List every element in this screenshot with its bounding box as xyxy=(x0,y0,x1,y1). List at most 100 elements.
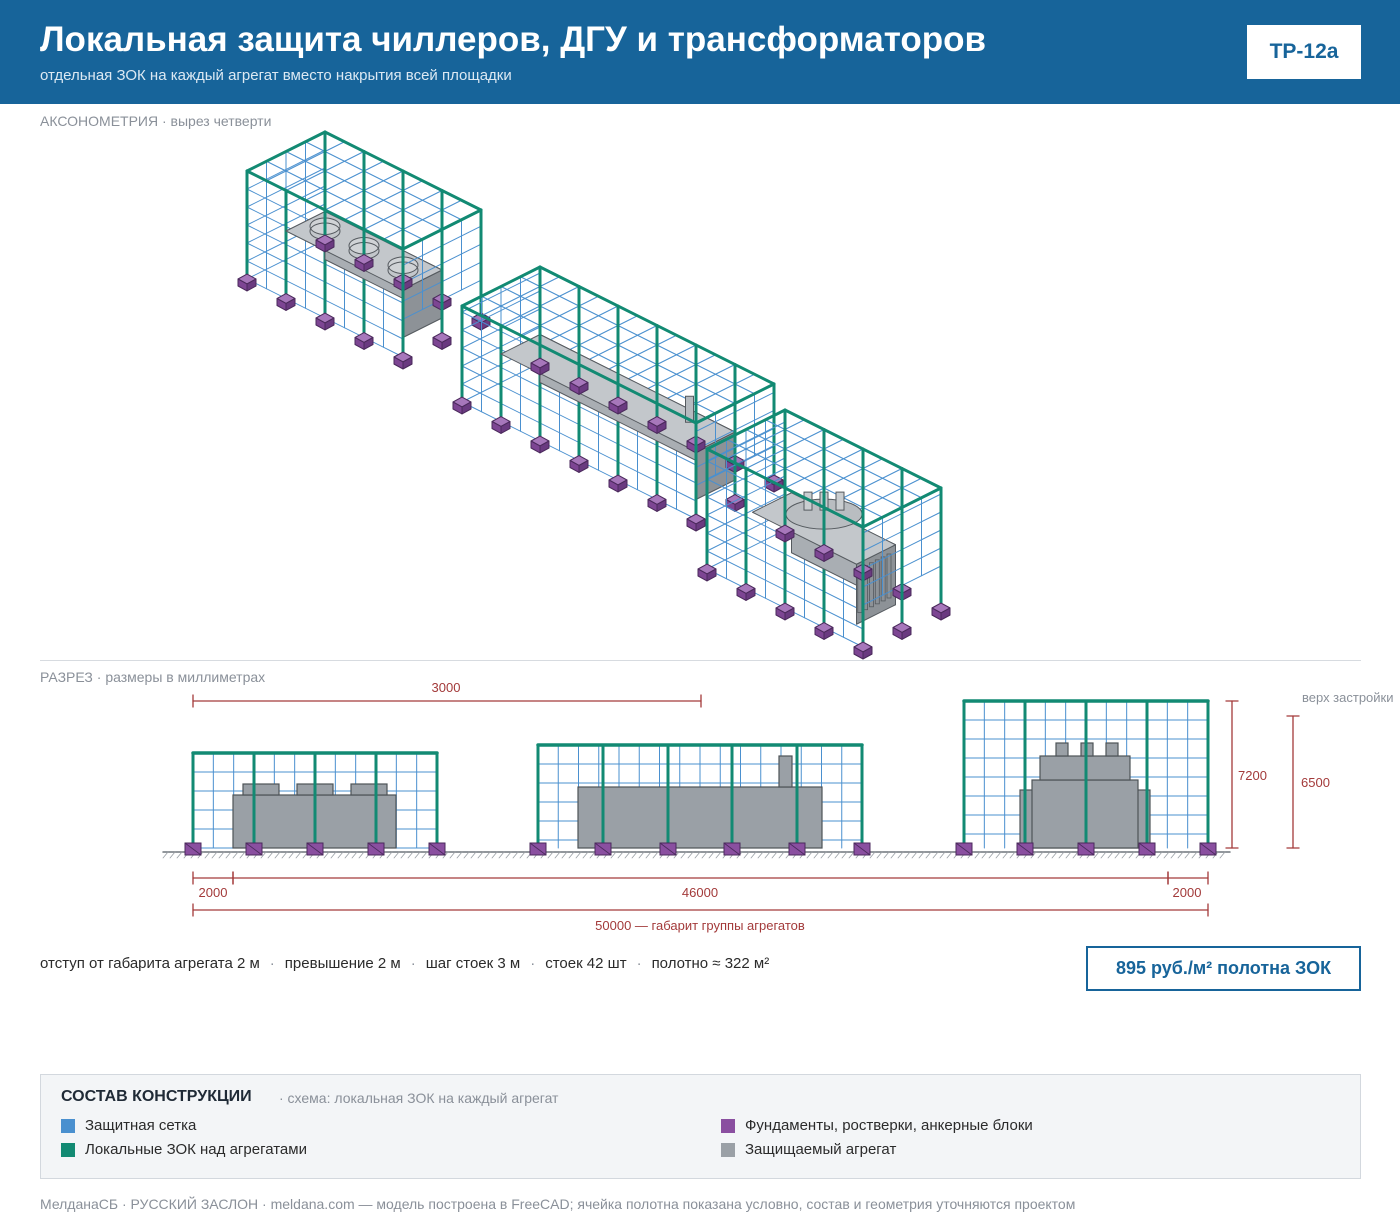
ground-hatch xyxy=(498,851,505,859)
ground-hatch xyxy=(757,851,764,859)
ground-hatch xyxy=(407,851,414,859)
ground-hatch xyxy=(568,851,575,859)
legend-subtitle: · схема: локальная ЗОК на каждый агрегат xyxy=(279,1090,559,1106)
mesh-swatch xyxy=(61,1118,75,1133)
ground-hatch xyxy=(890,851,897,859)
section-view: 3000 2000 46000 2000 50000 — габарит гру… xyxy=(162,680,1394,933)
ground-hatch xyxy=(1114,851,1121,859)
dim-right-label: 2000 xyxy=(1173,885,1202,900)
ground-hatch xyxy=(981,851,988,859)
ground-hatch xyxy=(505,851,512,859)
ground-hatch xyxy=(582,851,589,859)
ground-hatch xyxy=(211,851,218,859)
dim-left-label: 2000 xyxy=(199,885,228,900)
param-separator: · xyxy=(269,955,275,972)
ground-hatch xyxy=(911,851,918,859)
ground-hatch xyxy=(218,851,225,859)
ground-hatch xyxy=(631,851,638,859)
ground-hatch xyxy=(925,851,932,859)
ground-hatch xyxy=(841,851,848,859)
frame-swatch xyxy=(61,1142,75,1157)
section-enclosure xyxy=(529,743,871,856)
section-enclosure xyxy=(184,751,446,856)
ground-hatch xyxy=(827,851,834,859)
ground-hatch xyxy=(624,851,631,859)
ground-hatch xyxy=(470,851,477,859)
ground-hatch xyxy=(939,851,946,859)
ground-hatch xyxy=(288,851,295,859)
ground-hatch xyxy=(848,851,855,859)
ground-hatch xyxy=(267,851,274,859)
footer-note: МелданаСБ · РУССКИЙ ЗАСЛОН · meldana.com… xyxy=(40,1196,1076,1212)
ground-hatch xyxy=(491,851,498,859)
ground-hatch xyxy=(169,851,176,859)
dim-total-label: 50000 — габарит группы агрегатов xyxy=(595,918,805,933)
ground-hatch xyxy=(708,851,715,859)
legend-item-label: Защищаемый агрегат xyxy=(745,1141,897,1158)
legend-title: СОСТАВ КОНСТРУКЦИИ xyxy=(61,1088,252,1105)
legend-item-label: Защитная сетка xyxy=(85,1117,197,1134)
ground-hatch xyxy=(918,851,925,859)
ground-hatch xyxy=(414,851,421,859)
ground-hatch xyxy=(750,851,757,859)
ground-hatch xyxy=(1156,851,1163,859)
ground-hatch xyxy=(1163,851,1170,859)
ground-hatch xyxy=(162,851,169,859)
ground-hatch xyxy=(638,851,645,859)
ground-hatch xyxy=(519,851,526,859)
dim-height-frame-label: 7200 xyxy=(1238,768,1267,783)
ground-hatch xyxy=(561,851,568,859)
ground-hatch xyxy=(337,851,344,859)
ground-hatch xyxy=(617,851,624,859)
dim-height-building-label: 6500 xyxy=(1301,775,1330,790)
ground-hatch xyxy=(932,851,939,859)
ground-hatch xyxy=(400,851,407,859)
ground-hatch xyxy=(344,851,351,859)
ground-hatch xyxy=(512,851,519,859)
param-area: полотно ≈ 322 м² xyxy=(651,955,770,972)
transformer-bushing xyxy=(1055,742,1069,757)
ground-hatch xyxy=(645,851,652,859)
ground-hatch xyxy=(974,851,981,859)
legend-item-frame: Локальные ЗОК над агрегатами xyxy=(61,1141,307,1158)
exhaust-pipe xyxy=(778,755,793,788)
ground-hatch xyxy=(1121,851,1128,859)
ground-hatch xyxy=(694,851,701,859)
ground-hatch xyxy=(995,851,1002,859)
ground-hatch xyxy=(1072,851,1079,859)
legend-item-label: Фундаменты, ростверки, анкерные блоки xyxy=(745,1117,1033,1134)
ground-hatch xyxy=(876,851,883,859)
ground-hatch xyxy=(575,851,582,859)
ground-hatch xyxy=(449,851,456,859)
ground-hatch xyxy=(456,851,463,859)
ground-hatch xyxy=(281,851,288,859)
ground-hatch xyxy=(946,851,953,859)
ground-hatch xyxy=(204,851,211,859)
ground-hatch xyxy=(701,851,708,859)
ground-hatch xyxy=(1009,851,1016,859)
transformer-bushing xyxy=(1105,742,1119,757)
legend-item-unit: Защищаемый агрегат xyxy=(721,1141,896,1158)
ground-hatch xyxy=(806,851,813,859)
legend-item-label: Локальные ЗОК над агрегатами xyxy=(85,1141,307,1158)
ground-hatch xyxy=(834,851,841,859)
ground-hatch xyxy=(547,851,554,859)
ground-hatch xyxy=(323,851,330,859)
ground-hatch xyxy=(477,851,484,859)
ground-hatch xyxy=(176,851,183,859)
ground-hatch xyxy=(680,851,687,859)
ground-hatch xyxy=(1051,851,1058,859)
ground-hatch xyxy=(869,851,876,859)
ground-hatch xyxy=(1107,851,1114,859)
chiller-fan xyxy=(350,783,388,796)
ground-hatch xyxy=(589,851,596,859)
ground-hatch xyxy=(393,851,400,859)
ground-hatch xyxy=(1093,851,1100,859)
legend-item-mesh: Защитная сетка xyxy=(61,1117,196,1134)
chiller-fan xyxy=(242,783,280,796)
ground-hatch xyxy=(1065,851,1072,859)
foundation-swatch xyxy=(721,1118,735,1133)
param-post-count: стоек 42 шт xyxy=(545,955,627,972)
ground-hatch xyxy=(715,851,722,859)
genset-body xyxy=(577,786,823,849)
